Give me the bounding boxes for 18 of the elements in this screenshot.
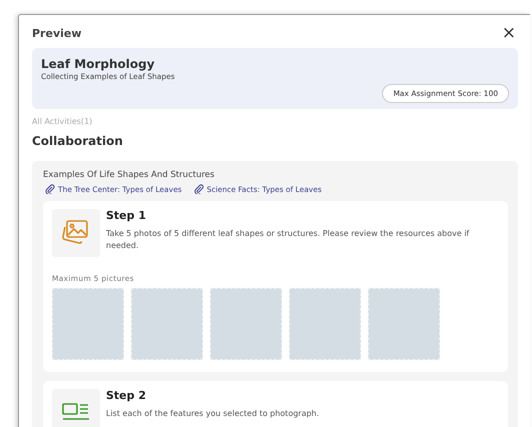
step-title: Step 1	[106, 209, 147, 222]
upload-slot[interactable]	[131, 288, 203, 360]
paperclip-icon	[45, 184, 55, 194]
step-instructions: Take 5 photos of 5 different leaf shapes or structures. Please review the resources above if needed.	[106, 228, 470, 252]
paperclip-icon	[194, 184, 204, 194]
upload-slot[interactable]	[52, 288, 124, 360]
dialog-title: Preview	[32, 27, 82, 40]
section-title: Collaboration	[32, 134, 124, 148]
images-icon	[61, 219, 91, 247]
activities-label: All Activities(1)	[32, 117, 94, 126]
upload-slot[interactable]	[368, 288, 440, 360]
upload-slot[interactable]	[210, 288, 282, 360]
activity-title: Examples Of Life Shapes And Structures	[43, 170, 216, 180]
assignment-title: Leaf Morphology	[41, 57, 156, 71]
step-title: Step 2	[106, 389, 147, 402]
step-instructions: List each of the features you selected to photograph.	[106, 408, 320, 420]
upload-slot[interactable]	[289, 288, 361, 360]
close-button[interactable]: ×	[500, 25, 518, 42]
